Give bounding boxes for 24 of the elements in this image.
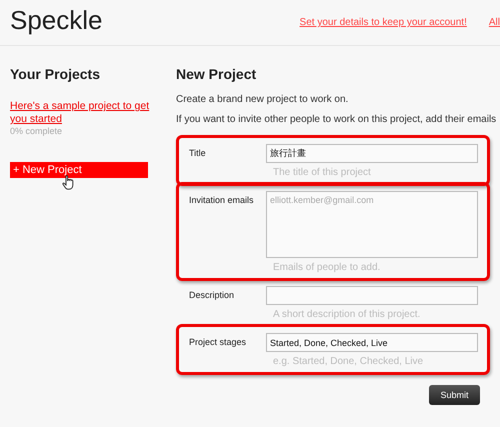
input-field[interactable]: Started, Done, Checked, Live [266, 333, 478, 352]
project-link[interactable]: Here's a sample project to get you started [10, 100, 168, 126]
field-hint: A short description of this project. [273, 309, 422, 320]
header-link[interactable]: All [488, 17, 500, 28]
submit-button[interactable]: Submit [429, 385, 480, 405]
field-label: Description [189, 289, 236, 302]
hand-cursor-icon [62, 175, 75, 190]
field-label: Title [189, 147, 207, 160]
input-field[interactable]: 旅行計畫 [266, 144, 478, 163]
form-title: New Project [176, 66, 258, 82]
project-caption: 0% complete [10, 126, 64, 136]
header-link[interactable]: Set your details to keep your account! [300, 17, 467, 28]
field-hint: e.g. Started, Done, Checked, Live [273, 356, 424, 367]
input-field[interactable]: elliott.kember@gmail.com [266, 191, 478, 258]
input-field[interactable] [266, 286, 478, 305]
new-project-button[interactable]: + New Project [10, 162, 148, 178]
field-label: Project stages [189, 336, 248, 349]
logo: Speckle [10, 5, 102, 36]
field-hint: The title of this project [273, 167, 372, 178]
field-label: Invitation emails [189, 194, 255, 207]
field-hint: Emails of people to add. [273, 262, 382, 273]
sidebar-title: Your Projects [10, 66, 101, 82]
intro-text: Create a brand new project to work on. [176, 94, 350, 105]
intro-text: If you want to invite other people to work on this project, add their emails [176, 114, 498, 125]
